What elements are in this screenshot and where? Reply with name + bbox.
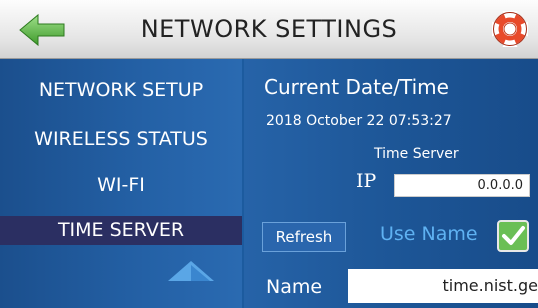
time-server-heading: Time Server	[374, 146, 459, 162]
refresh-button[interactable]: Refresh	[262, 222, 346, 252]
ip-label: IP	[356, 170, 377, 192]
sidebar-item-network-setup[interactable]: NETWORK SETUP	[0, 75, 242, 105]
sidebar-item-wireless-status[interactable]: WIRELESS STATUS	[0, 124, 242, 154]
scroll-up-arrow-icon[interactable]	[166, 259, 216, 283]
use-name-checkbox[interactable]	[497, 220, 529, 252]
sidebar-item-time-server[interactable]: TIME SERVER	[0, 216, 242, 245]
ip-field[interactable]: 0.0.0.0	[394, 174, 530, 197]
current-datetime-value: 2018 October 22 07:53:27	[266, 113, 452, 129]
sidebar-nav: NETWORK SETUP WIRELESS STATUS WI-FI TIME…	[0, 59, 242, 308]
checkmark-icon	[502, 226, 525, 245]
name-label: Name	[266, 276, 323, 298]
screen: NETWORK SETTINGS NETWORK SETUP WIRELESS …	[0, 0, 538, 308]
lifebuoy-icon[interactable]	[489, 8, 531, 50]
header-bar: NETWORK SETTINGS	[0, 0, 538, 59]
name-field[interactable]: time.nist.ge	[348, 269, 538, 303]
use-name-label: Use Name	[380, 223, 478, 245]
back-arrow-icon[interactable]	[18, 13, 66, 47]
sidebar-item-wi-fi[interactable]: WI-FI	[0, 170, 242, 200]
current-datetime-heading: Current Date/Time	[264, 75, 449, 99]
time-server-panel: Current Date/Time 2018 October 22 07:53:…	[244, 59, 538, 308]
page-title: NETWORK SETTINGS	[140, 15, 398, 43]
